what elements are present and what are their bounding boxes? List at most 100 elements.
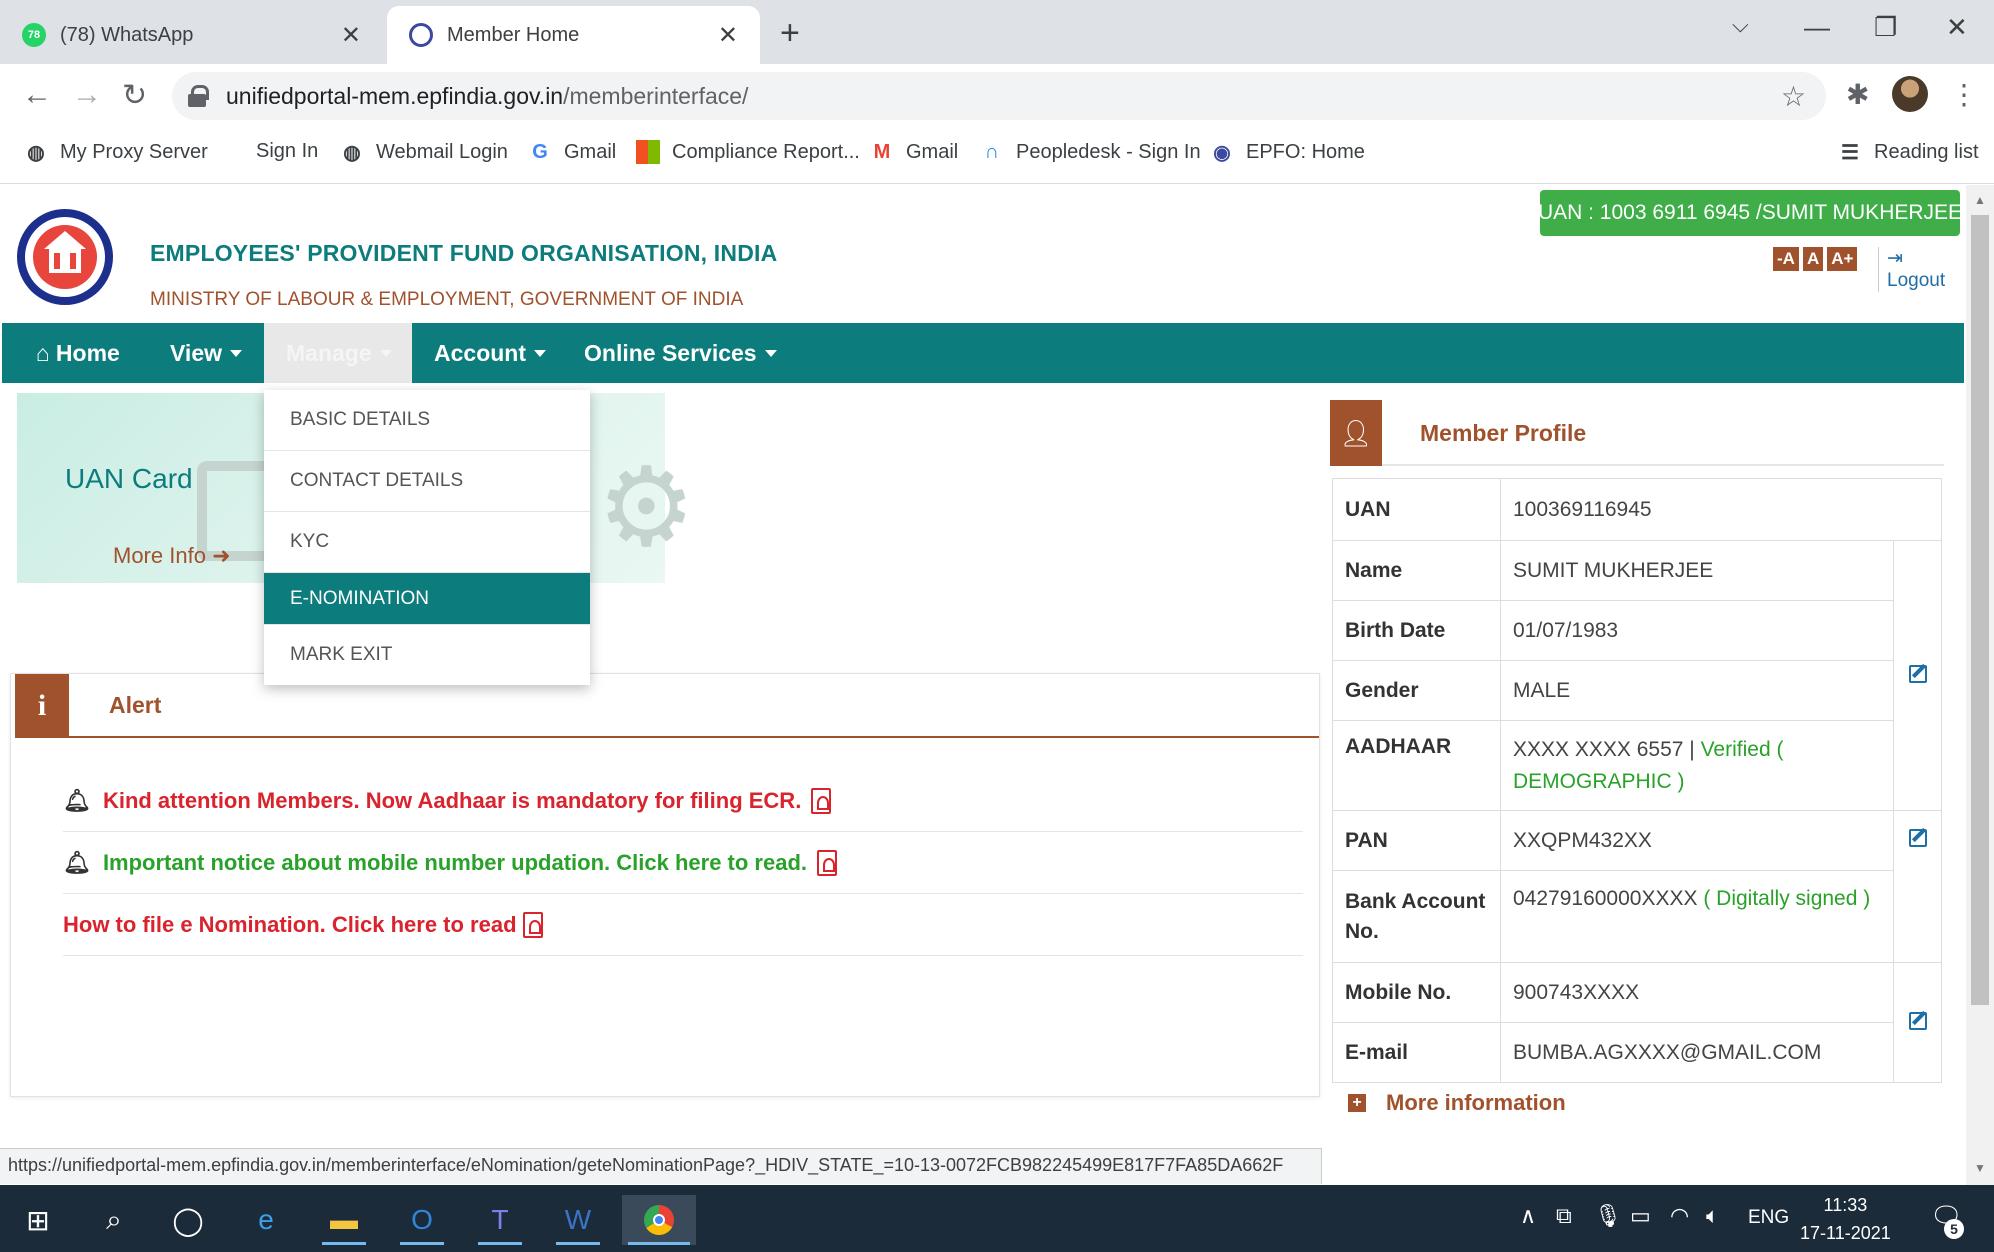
bookmark-compliance[interactable]: Compliance Report... — [636, 140, 860, 164]
bookmark-epfo[interactable]: ◉ EPFO: Home — [1210, 140, 1365, 164]
edit-icon[interactable] — [1908, 664, 1927, 683]
word-icon[interactable]: W — [550, 1195, 606, 1245]
gmail-icon: M — [873, 140, 891, 163]
menu-mark-exit[interactable]: MARK EXIT — [264, 625, 590, 685]
chrome-icon[interactable] — [622, 1195, 696, 1245]
reload-icon[interactable]: ↻ — [122, 78, 147, 113]
edit-kyc-cell[interactable] — [1893, 810, 1942, 963]
nav-home[interactable]: ⌂ Home — [36, 323, 120, 383]
alert-title: Alert — [109, 692, 162, 718]
tab-search-icon[interactable]: ⌵ — [1732, 12, 1749, 38]
bookmark-label: Compliance Report... — [672, 140, 860, 163]
edit-contact-cell[interactable] — [1893, 962, 1942, 1083]
nav-online-services[interactable]: Online Services — [584, 323, 777, 383]
table-row: Mobile No. 900743XXXX — [1332, 962, 1942, 1083]
menu-e-nomination[interactable]: E-NOMINATION — [264, 573, 590, 625]
avatar[interactable] — [1892, 76, 1928, 112]
show-hidden-icons[interactable]: ∧ — [1520, 1203, 1536, 1229]
battery-icon[interactable]: ▭ — [1630, 1203, 1651, 1229]
manage-dropdown: BASIC DETAILS CONTACT DETAILS KYC E-NOMI… — [264, 390, 590, 685]
nav-account[interactable]: Account — [434, 323, 546, 383]
bookmark-signin[interactable]: Sign In — [256, 140, 318, 163]
alert-item[interactable]: 🔔︎ Kind attention Members. Now Aadhaar i… — [63, 770, 1303, 832]
teams-icon[interactable]: T — [472, 1195, 528, 1245]
meet-now-icon[interactable]: ⧉ — [1556, 1203, 1572, 1229]
nav-label: View — [170, 339, 222, 366]
field-label: PAN — [1332, 810, 1501, 871]
file-explorer-icon[interactable]: ▬ — [316, 1195, 372, 1245]
alert-item[interactable]: 🔔︎ Important notice about mobile number … — [63, 832, 1303, 894]
volume-icon[interactable]: 🔈︎ — [1706, 1203, 1719, 1229]
more-info-link[interactable]: More Info ➜ — [113, 543, 231, 569]
logout-icon: ⇥ — [1887, 248, 1903, 269]
bookmark-label: Sign In — [256, 140, 319, 162]
font-normal-button[interactable]: A — [1802, 247, 1824, 271]
field-value: XXXX XXXX 6557 | Verified ( DEMOGRAPHIC … — [1500, 720, 1894, 811]
minimize-icon[interactable]: — — [1804, 12, 1830, 43]
nav-manage[interactable]: Manage — [264, 323, 412, 383]
epfo-logo — [17, 209, 113, 305]
field-label: E-mail — [1332, 1022, 1501, 1083]
pdf-icon — [817, 849, 838, 876]
uan-banner: UAN : 1003 6911 6945 /SUMIT MUKHERJEE — [1538, 190, 1962, 236]
tab-whatsapp[interactable]: 78 (78) WhatsApp ✕ — [0, 6, 383, 64]
logout-link[interactable]: ⇥ Logout — [1878, 247, 1966, 292]
font-decrease-button[interactable]: -A — [1773, 247, 1799, 271]
field-value: MALE — [1500, 660, 1894, 721]
bookmark-gmail[interactable]: M Gmail — [870, 140, 959, 164]
bookmark-peopledesk[interactable]: ∩ Peopledesk - Sign In — [980, 140, 1201, 164]
restore-icon[interactable]: ❐ — [1874, 12, 1897, 43]
nav-view[interactable]: View — [170, 323, 242, 383]
edge-icon[interactable]: e — [238, 1195, 294, 1245]
menu-contact-details[interactable]: CONTACT DETAILS — [264, 451, 590, 512]
forward-icon[interactable]: → — [72, 78, 102, 112]
edit-icon[interactable] — [1908, 829, 1927, 847]
cortana-icon[interactable]: ◯ — [160, 1195, 216, 1245]
clock-date: 17-11-2021 — [1800, 1223, 1891, 1243]
tab-member-home[interactable]: Member Home ✕ — [387, 6, 760, 64]
back-icon[interactable]: ← — [22, 78, 52, 112]
scroll-down-icon[interactable]: ▼ — [1974, 1161, 1986, 1175]
wifi-icon[interactable]: ◠ — [1670, 1203, 1689, 1229]
bookmark-webmail[interactable]: ◍ Webmail Login — [340, 140, 508, 164]
url-path: /memberinterface/ — [563, 82, 749, 109]
page-scrollbar[interactable]: ▲ ▼ — [1966, 185, 1994, 1185]
bookmark-star-icon[interactable]: ☆ — [1781, 80, 1806, 113]
tab-title: (78) WhatsApp — [60, 23, 194, 46]
reading-list-label: Reading list — [1874, 140, 1979, 163]
bookmark-gmail-google[interactable]: G Gmail — [528, 140, 616, 164]
microphone-icon[interactable]: 🎙︎ — [1594, 1203, 1622, 1229]
bookmark-proxy[interactable]: ◍ My Proxy Server — [24, 140, 208, 164]
more-information-link[interactable]: + More information — [1348, 1090, 1566, 1116]
tab-title: Member Home — [447, 23, 580, 46]
new-tab-icon[interactable]: + — [780, 14, 800, 53]
close-window-icon[interactable]: ✕ — [1946, 12, 1968, 43]
arrow-circle-right-icon: ➜ — [212, 543, 231, 568]
font-increase-button[interactable]: A+ — [1827, 247, 1858, 271]
alert-item[interactable]: How to file e Nomination. Click here to … — [63, 894, 1303, 956]
reading-list[interactable]: ☰ Reading list — [1838, 140, 1979, 164]
link-status-bar: https://unifiedportal-mem.epfindia.gov.i… — [0, 1148, 1322, 1184]
edit-icon[interactable] — [1908, 1011, 1927, 1030]
system-clock[interactable]: 11:33 17-11-2021 — [1800, 1191, 1891, 1247]
field-value: 900743XXXX — [1500, 962, 1894, 1023]
scroll-thumb[interactable] — [1971, 215, 1989, 1005]
extensions-icon[interactable]: ✱ — [1846, 78, 1869, 111]
caret-down-icon — [764, 349, 777, 357]
bookmark-label: Peopledesk - Sign In — [1016, 140, 1201, 163]
close-icon[interactable]: ✕ — [718, 21, 738, 50]
address-bar[interactable]: unifiedportal-mem.epfindia.gov.in/member… — [172, 72, 1826, 120]
menu-icon[interactable]: ⋮ — [1950, 78, 1978, 111]
windows-start-icon[interactable]: ⊞ — [10, 1195, 66, 1245]
search-icon[interactable]: ⌕ — [86, 1195, 142, 1245]
close-icon[interactable]: ✕ — [341, 21, 361, 50]
scroll-up-icon[interactable]: ▲ — [1974, 193, 1986, 207]
language-indicator[interactable]: ENG — [1748, 1207, 1789, 1229]
menu-kyc[interactable]: KYC — [264, 512, 590, 573]
bookmark-label: My Proxy Server — [60, 140, 208, 163]
edit-basic-details-cell[interactable] — [1893, 540, 1942, 811]
bookmark-label: Gmail — [906, 140, 959, 163]
outlook-icon[interactable]: O — [394, 1195, 450, 1245]
menu-basic-details[interactable]: BASIC DETAILS — [264, 390, 590, 451]
url-host: unifiedportal-mem.epfindia.gov.in — [226, 82, 564, 109]
